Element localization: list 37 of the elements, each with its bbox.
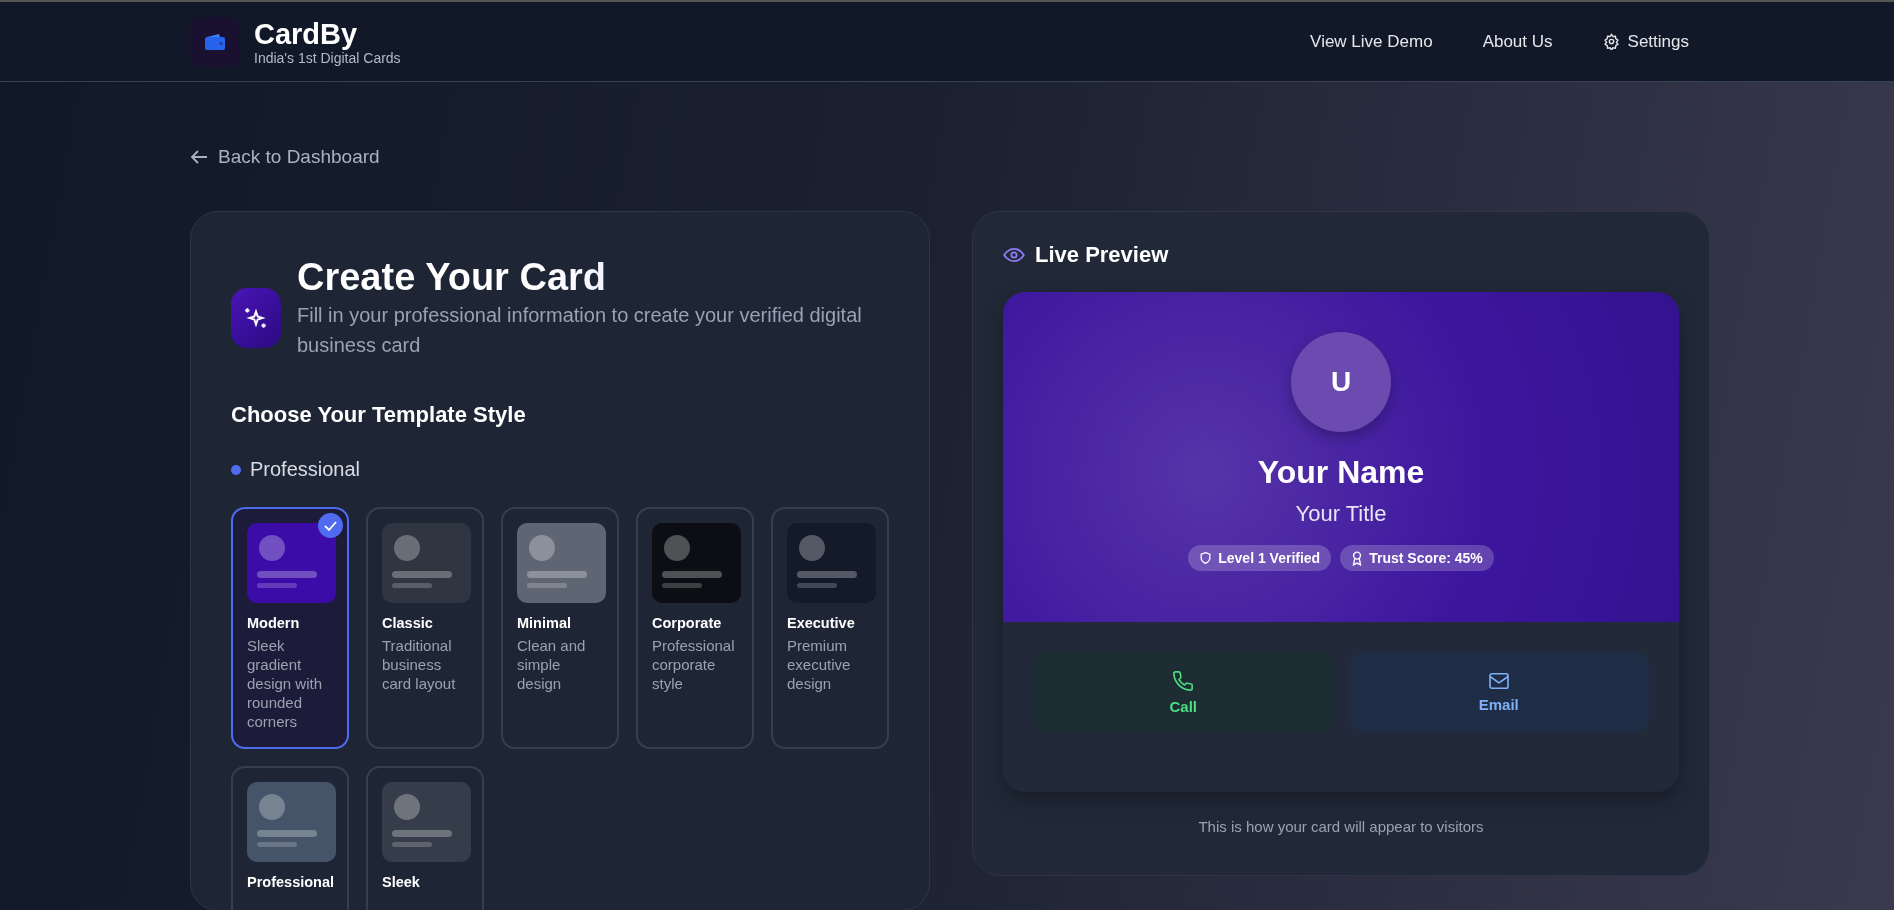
avatar: U bbox=[1291, 332, 1391, 432]
badge: Level 1 Verified bbox=[1188, 545, 1332, 571]
template-card[interactable]: Minimal Clean and simple design bbox=[501, 507, 619, 749]
template-name: Modern bbox=[247, 615, 301, 631]
badge: Trust Score: 45% bbox=[1340, 545, 1494, 571]
card-title: Your Title bbox=[1295, 501, 1387, 527]
email-button[interactable]: Email bbox=[1348, 652, 1649, 732]
form-subtitle: Fill in your professional information to create your verified digital business card bbox=[297, 303, 863, 358]
template-name: Minimal bbox=[517, 615, 572, 631]
template-name: Sleek bbox=[382, 874, 421, 890]
brand-name: CardBy bbox=[254, 17, 359, 50]
template-name: Professional bbox=[247, 874, 336, 890]
template-name: Executive bbox=[787, 615, 856, 631]
template-card[interactable]: Executive Premium executive design bbox=[771, 507, 889, 749]
template-card[interactable]: Modern Sleek gradient design with rounded corners bbox=[231, 507, 349, 749]
nav-link[interactable]: View Live Demo bbox=[1310, 31, 1433, 52]
group-label: Professional bbox=[250, 458, 361, 481]
call-button[interactable]: Call bbox=[1033, 652, 1334, 732]
back-link[interactable]: Back to Dashboard bbox=[190, 146, 380, 168]
template-description: Sleek gradient design with rounded corners bbox=[247, 636, 324, 731]
template-description: Professional corporate style bbox=[652, 636, 736, 693]
nav-link[interactable]: About Us bbox=[1482, 31, 1553, 52]
template-card[interactable]: Sleek bbox=[366, 766, 484, 910]
card-name: Your Name bbox=[1257, 454, 1425, 491]
nav-link[interactable]: Settings bbox=[1602, 31, 1689, 52]
template-name: Corporate bbox=[652, 615, 723, 631]
template-card[interactable]: Classic Traditional business card layout bbox=[366, 507, 484, 749]
brand-tagline: India's 1st Digital Cards bbox=[254, 49, 401, 66]
template-name: Classic bbox=[382, 615, 434, 631]
preview-title: Live Preview bbox=[1035, 242, 1169, 268]
template-description: Traditional business card layout bbox=[382, 636, 457, 693]
section-title: Choose Your Template Style bbox=[231, 402, 527, 428]
preview-note: This is how your card will appear to visitors bbox=[1197, 818, 1485, 835]
template-card[interactable]: Professional bbox=[231, 766, 349, 910]
template-description: Clean and simple design bbox=[517, 636, 587, 693]
template-card[interactable]: Corporate Professional corporate style bbox=[636, 507, 754, 749]
template-description: Premium executive design bbox=[787, 636, 852, 693]
